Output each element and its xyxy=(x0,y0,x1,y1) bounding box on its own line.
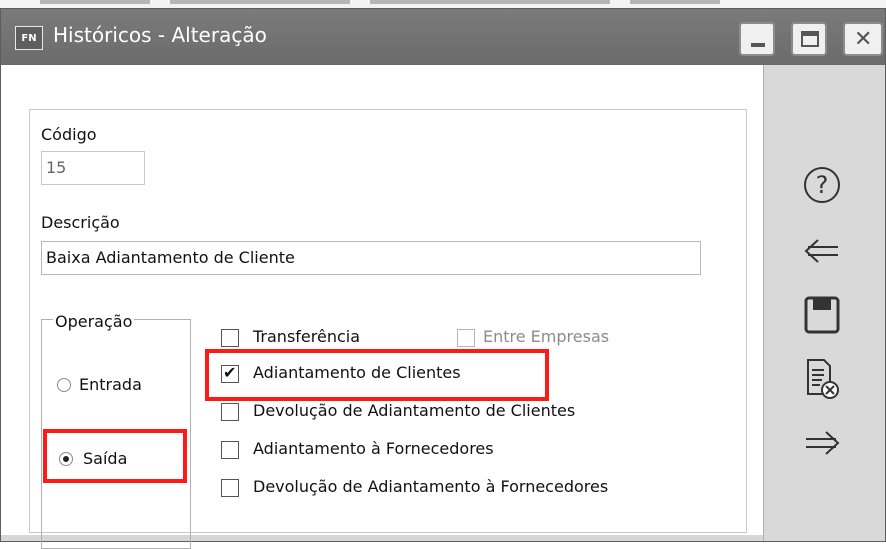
maximize-button[interactable] xyxy=(791,22,827,56)
maximize-icon xyxy=(801,31,819,47)
save-icon[interactable] xyxy=(800,293,844,337)
side-toolbar: ? xyxy=(763,65,885,541)
svg-text:?: ? xyxy=(816,171,829,199)
devolucao-adiantamento-clientes-checkbox[interactable] xyxy=(221,403,239,421)
highlight-saida xyxy=(43,429,187,483)
help-icon[interactable]: ? xyxy=(800,163,844,207)
devolucao-adiantamento-fornecedores-label[interactable]: Devolução de Adiantamento à Fornecedores xyxy=(253,477,608,496)
entre-empresas-label[interactable]: Entre Empresas xyxy=(483,327,609,346)
devolucao-adiantamento-fornecedores-checkbox[interactable] xyxy=(221,479,239,497)
dialog-window: FN Históricos - Alteração ✕ Código 15 De… xyxy=(0,8,886,549)
devolucao-adiantamento-clientes-label[interactable]: Devolução de Adiantamento de Clientes xyxy=(253,401,575,420)
window-title: Históricos - Alteração xyxy=(53,23,267,47)
back-arrow-icon[interactable] xyxy=(800,229,844,273)
descricao-field[interactable]: Baixa Adiantamento de Cliente xyxy=(41,241,701,275)
forward-arrow-icon[interactable] xyxy=(800,421,844,465)
close-icon: ✕ xyxy=(854,27,873,52)
operacao-legend: Operação xyxy=(53,312,135,331)
adiantamento-fornecedores-label[interactable]: Adiantamento à Fornecedores xyxy=(253,439,494,458)
title-bar[interactable]: FN Históricos - Alteração ✕ xyxy=(1,9,885,65)
entrada-radio[interactable] xyxy=(57,378,71,392)
entrada-label[interactable]: Entrada xyxy=(79,375,142,394)
adiantamento-fornecedores-checkbox[interactable] xyxy=(221,441,239,459)
minimize-icon xyxy=(751,43,765,47)
transferencia-label[interactable]: Transferência xyxy=(253,327,360,346)
minimize-button[interactable] xyxy=(739,22,775,56)
transferencia-checkbox[interactable] xyxy=(221,329,239,347)
codigo-field[interactable]: 15 xyxy=(41,151,145,185)
app-icon: FN xyxy=(15,26,43,50)
highlight-adiantamento-clientes xyxy=(205,349,549,401)
form-area: Código 15 Descrição Baixa Adiantamento d… xyxy=(1,65,763,549)
entre-empresas-checkbox[interactable] xyxy=(457,329,475,347)
close-button[interactable]: ✕ xyxy=(843,22,883,56)
cancel-document-icon[interactable] xyxy=(800,357,844,401)
descricao-label: Descrição xyxy=(41,213,120,232)
codigo-label: Código xyxy=(41,125,97,144)
